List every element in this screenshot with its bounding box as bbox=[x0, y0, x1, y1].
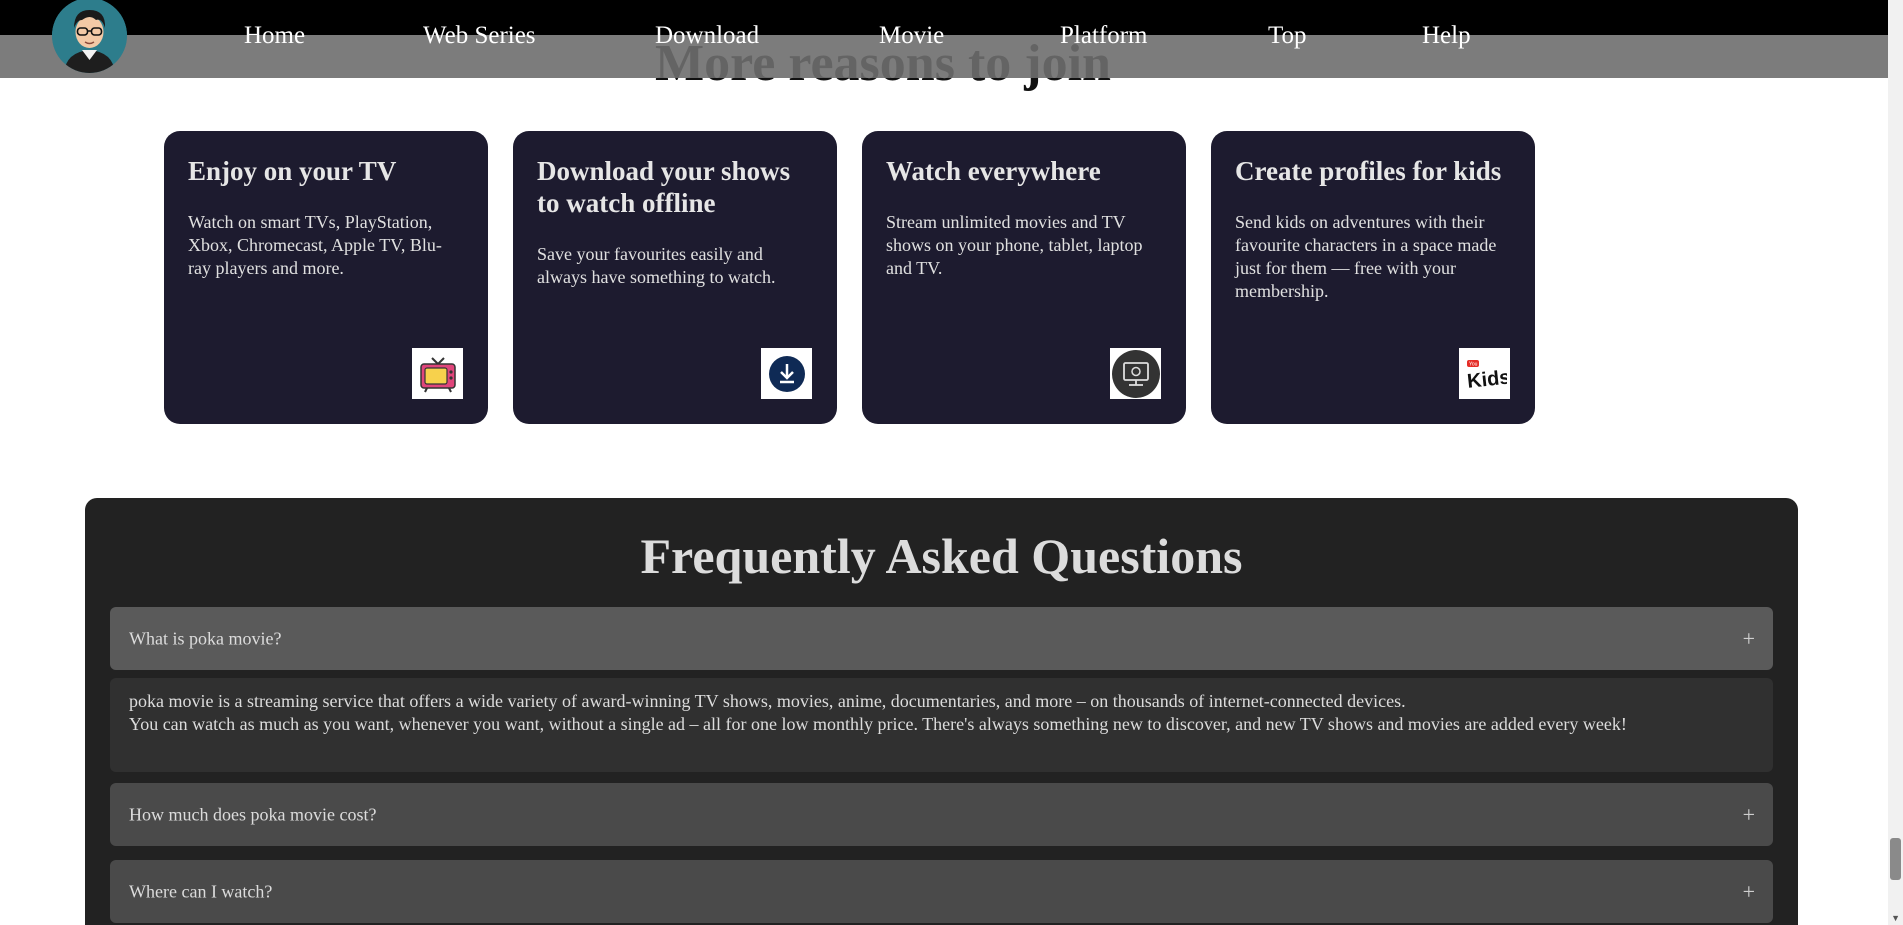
card-title: Watch everywhere bbox=[886, 156, 1101, 186]
feature-card-watch-everywhere: Watch everywhere Stream unlimited movies… bbox=[862, 131, 1186, 424]
faq-answer-line: poka movie is a streaming service that o… bbox=[129, 691, 1406, 711]
navbar: Home Web Series Download Movie Platform … bbox=[0, 0, 1888, 78]
nav-movie[interactable]: Movie bbox=[879, 22, 944, 50]
nav-home[interactable]: Home bbox=[244, 22, 305, 50]
plus-icon: + bbox=[1742, 878, 1755, 904]
faq-answer: poka movie is a streaming service that o… bbox=[110, 678, 1773, 772]
plus-icon: + bbox=[1742, 625, 1755, 651]
nav-help[interactable]: Help bbox=[1422, 22, 1471, 50]
faq-item-where[interactable]: Where can I watch? + bbox=[110, 860, 1773, 923]
tv-icon bbox=[412, 348, 463, 399]
plus-icon: + bbox=[1742, 801, 1755, 827]
card-text: Watch on smart TVs, PlayStation, Xbox, C… bbox=[188, 212, 442, 278]
card-title: Download your shows to watch offline bbox=[537, 156, 791, 218]
faq-question: Where can I watch? bbox=[129, 881, 273, 901]
scroll-down-arrow-icon[interactable]: ▼ bbox=[1891, 913, 1900, 923]
svg-text:Kids: Kids bbox=[1466, 366, 1507, 392]
faq-section: Frequently Asked Questions What is poka … bbox=[85, 498, 1798, 925]
card-text: Stream unlimited movies and TV shows on … bbox=[886, 212, 1143, 278]
card-text: Save your favourites easily and always h… bbox=[537, 244, 776, 287]
card-text: Send kids on adventures with their favou… bbox=[1235, 212, 1497, 301]
avatar[interactable] bbox=[52, 0, 127, 73]
feature-card-download: Download your shows to watch offline Sav… bbox=[513, 131, 837, 424]
feature-card-kids: Create profiles for kids Send kids on ad… bbox=[1211, 131, 1535, 424]
nav-top[interactable]: Top bbox=[1268, 22, 1307, 50]
faq-question: How much does poka movie cost? bbox=[129, 804, 377, 824]
nav-web-series[interactable]: Web Series bbox=[423, 22, 536, 50]
download-icon bbox=[761, 348, 812, 399]
card-title: Create profiles for kids bbox=[1235, 156, 1502, 186]
faq-answer-line: You can watch as much as you want, whene… bbox=[129, 714, 1627, 734]
faq-item-cost[interactable]: How much does poka movie cost? + bbox=[110, 783, 1773, 846]
nav-download[interactable]: Download bbox=[655, 22, 759, 50]
scrollbar-thumb[interactable] bbox=[1890, 838, 1901, 880]
page-scrollbar[interactable]: ▼ bbox=[1888, 0, 1903, 925]
feature-card-tv: Enjoy on your TV Watch on smart TVs, Pla… bbox=[164, 131, 488, 424]
nav-platform[interactable]: Platform bbox=[1060, 22, 1148, 50]
faq-question: What is poka movie? bbox=[129, 628, 282, 648]
svg-text:You: You bbox=[1469, 361, 1478, 367]
kids-icon: You Kids bbox=[1459, 348, 1510, 399]
avatar-icon bbox=[52, 0, 127, 73]
faq-title: Frequently Asked Questions bbox=[640, 528, 1243, 584]
card-title: Enjoy on your TV bbox=[188, 156, 397, 186]
monitor-icon bbox=[1110, 348, 1161, 399]
faq-item-what-is[interactable]: What is poka movie? + bbox=[110, 607, 1773, 670]
